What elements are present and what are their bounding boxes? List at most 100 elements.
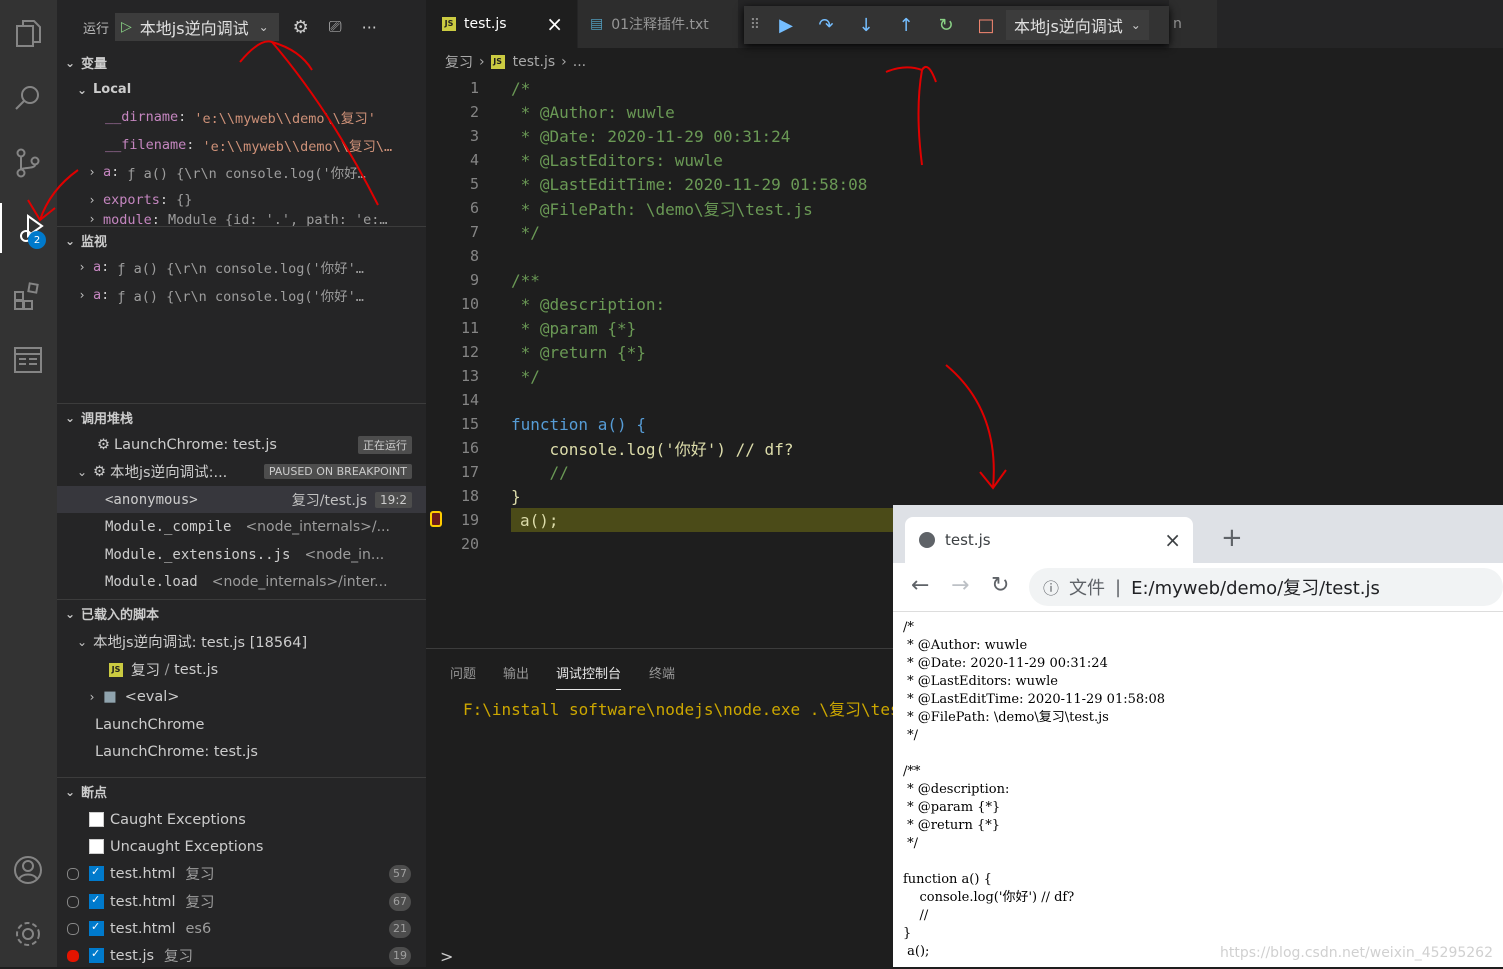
breakpoint-disabled-icon <box>67 867 79 880</box>
tab-test-js[interactable]: JS test.js × <box>426 0 577 48</box>
chevron-down-icon: ⌄ <box>76 82 88 97</box>
loaded-item[interactable]: LaunchChrome: test.js <box>57 738 426 765</box>
local-scope-header[interactable]: ⌄ Local <box>57 76 426 103</box>
watch-row[interactable]: › a: ƒ a() {\r\n console.log('你好'… <box>57 253 426 280</box>
breakpoint-row[interactable]: test.html 复习 67 <box>57 888 426 915</box>
breakpoint-row[interactable]: test.html es6 21 <box>57 915 426 942</box>
variables-section-header[interactable]: ⌄ 变量 <box>57 49 426 76</box>
debug-config-select[interactable]: 本地js逆向调试 ⌄ <box>1006 10 1149 40</box>
loaded-script-file[interactable]: JS 复习 / test.js <box>57 656 426 683</box>
continue-icon[interactable]: ▶ <box>766 6 806 44</box>
breadcrumb-file[interactable]: test.js <box>513 54 556 70</box>
uncaught-exceptions-row[interactable]: Uncaught Exceptions <box>57 833 426 860</box>
forward-icon[interactable]: → <box>951 573 969 598</box>
code-text: /** <box>511 270 540 290</box>
watch-row[interactable]: › a: ƒ a() {\r\n console.log('你好'… <box>57 281 426 308</box>
callstack-session[interactable]: ⚙ LaunchChrome: test.js 正在运行 <box>57 431 426 458</box>
close-icon[interactable]: × <box>1164 528 1181 552</box>
folder-icon: ■ <box>103 688 117 705</box>
frame-name: Module.load <box>105 573 198 590</box>
breakpoint-line: 57 <box>389 864 411 883</box>
loaded-session[interactable]: ⌄ 本地js逆向调试: test.js [18564] <box>57 628 426 655</box>
stack-frame[interactable]: Module._extensions..js <node_in... <box>57 541 426 568</box>
variable-row[interactable]: › exports: {} <box>57 186 426 213</box>
breakpoints-header[interactable]: ⌄ 断点 <box>57 778 426 805</box>
breakpoint-checkbox[interactable] <box>89 865 104 881</box>
stack-frame[interactable]: <anonymous> 复习/test.js 19:2 <box>57 486 426 513</box>
breakpoint-checkbox[interactable] <box>89 947 104 963</box>
info-icon[interactable]: ⓘ <box>1043 575 1059 599</box>
tab-notes-txt[interactable]: ▤ 01注释插件.txt <box>578 0 738 48</box>
stack-frame[interactable]: Module.load <node_internals>/inter... <box>57 568 426 595</box>
panel-tab-output[interactable]: 输出 <box>503 663 529 682</box>
loaded-eval[interactable]: › ■ <eval> <box>57 683 426 710</box>
back-icon[interactable]: ← <box>911 573 929 598</box>
close-icon[interactable]: × <box>546 12 563 36</box>
variable-row[interactable]: › module: Module {id: '.', path: 'e:… <box>57 212 426 226</box>
breakpoint-row[interactable]: test.js 复习 19 <box>57 942 426 969</box>
start-debug-icon[interactable]: ▷ <box>121 19 132 35</box>
console-prompt[interactable]: > <box>440 947 453 966</box>
address-bar[interactable]: ⓘ 文件 | E:/myweb/demo/复习/test.js <box>1029 568 1503 606</box>
remote-explorer-icon[interactable] <box>10 342 46 378</box>
reload-icon[interactable]: ↻ <box>991 573 1009 598</box>
var-name: exports <box>103 191 160 208</box>
loaded-scripts-header[interactable]: ⌄ 已载入的脚本 <box>57 600 426 627</box>
callstack-section-header[interactable]: ⌄ 调用堆栈 <box>57 404 426 431</box>
variable-row[interactable]: __filename: 'e:\\myweb\\demo\\复习\… <box>57 131 426 158</box>
new-tab-icon[interactable]: + <box>1221 523 1243 553</box>
uncaught-exceptions-checkbox[interactable] <box>89 839 104 854</box>
panel-tab-debug-console[interactable]: 调试控制台 <box>556 663 622 690</box>
loaded-item[interactable]: LaunchChrome <box>57 711 426 738</box>
breakpoint-checkbox[interactable] <box>89 920 104 936</box>
breakpoint-checkbox[interactable] <box>89 893 104 909</box>
step-into-icon[interactable]: ↓ <box>846 6 886 44</box>
source-control-icon[interactable] <box>10 145 46 181</box>
code-line: 11 * @param {*} <box>460 318 637 338</box>
stop-icon[interactable]: □ <box>966 6 1006 44</box>
stack-frame[interactable]: Module._compile <node_internals>/... <box>57 513 426 540</box>
restart-icon[interactable]: ↻ <box>926 6 966 44</box>
tab-label: 01注释插件.txt <box>611 17 709 33</box>
breakpoint-paused-icon[interactable] <box>430 511 442 527</box>
breakpoint-row[interactable]: test.html 复习 57 <box>57 860 426 887</box>
panel-tab-problems[interactable]: 问题 <box>450 663 476 682</box>
watch-section-header[interactable]: ⌄ 监视 <box>57 227 426 254</box>
code-line: 3 * @Date: 2020-11-29 00:31:24 <box>469 126 791 146</box>
extensions-icon[interactable] <box>10 278 46 314</box>
code-text: * @Date: 2020-11-29 00:31:24 <box>511 126 791 146</box>
gear-icon[interactable]: ⚙ <box>293 17 309 38</box>
chevron-down-icon: ⌄ <box>64 784 76 799</box>
breadcrumb-more[interactable]: ... <box>573 54 586 70</box>
explorer-icon[interactable] <box>10 16 46 52</box>
chevron-right-icon: › <box>561 54 567 70</box>
account-icon[interactable] <box>10 852 46 888</box>
browser-tab[interactable]: test.js × <box>905 517 1193 563</box>
code-line: 16 console.log('你好') // df? <box>426 436 1503 460</box>
run-header: 运行 ▷ 本地js逆向调试 ⌄ ⚙ ⎚ ··· <box>57 13 426 41</box>
variable-row[interactable]: › a: ƒ a() {\r\n console.log('你好… <box>57 158 426 185</box>
tab-partial[interactable]: n <box>1169 0 1217 48</box>
variable-row[interactable]: __dirname: 'e:\\myweb\\demo\\复习' <box>57 103 426 130</box>
code-line: 4 * @LastEditors: wuwle <box>469 150 723 170</box>
drag-handle-icon[interactable]: ⠿ <box>744 17 766 33</box>
caught-exceptions-row[interactable]: Caught Exceptions <box>57 806 426 833</box>
code-line: 10 * @description: <box>460 294 666 314</box>
breadcrumb-folder[interactable]: 复习 <box>445 52 473 72</box>
step-out-icon[interactable]: ↑ <box>886 6 926 44</box>
debug-console-icon[interactable]: ⎚ <box>329 17 342 37</box>
code-line: 13 */ <box>460 366 540 386</box>
frame-source: <node_internals>/... <box>245 518 390 535</box>
run-config-select[interactable]: ▷ 本地js逆向调试 ⌄ <box>115 13 279 41</box>
step-over-icon[interactable]: ↷ <box>806 6 846 44</box>
code-text: * @LastEditTime: 2020-11-29 01:58:08 <box>511 174 868 194</box>
callstack-session[interactable]: ⌄ ⚙ 本地js逆向调试:... PAUSED ON BREAKPOINT <box>57 458 426 485</box>
more-actions-icon[interactable]: ··· <box>362 18 377 37</box>
run-label: 运行 <box>83 21 110 37</box>
js-file-icon: JS <box>109 662 123 677</box>
watch-value: ƒ a() {\r\n console.log('你好'… <box>117 260 364 277</box>
caught-exceptions-checkbox[interactable] <box>89 812 104 827</box>
settings-gear-icon[interactable] <box>10 916 46 952</box>
panel-tab-terminal[interactable]: 终端 <box>649 663 675 682</box>
search-icon[interactable] <box>10 80 46 116</box>
